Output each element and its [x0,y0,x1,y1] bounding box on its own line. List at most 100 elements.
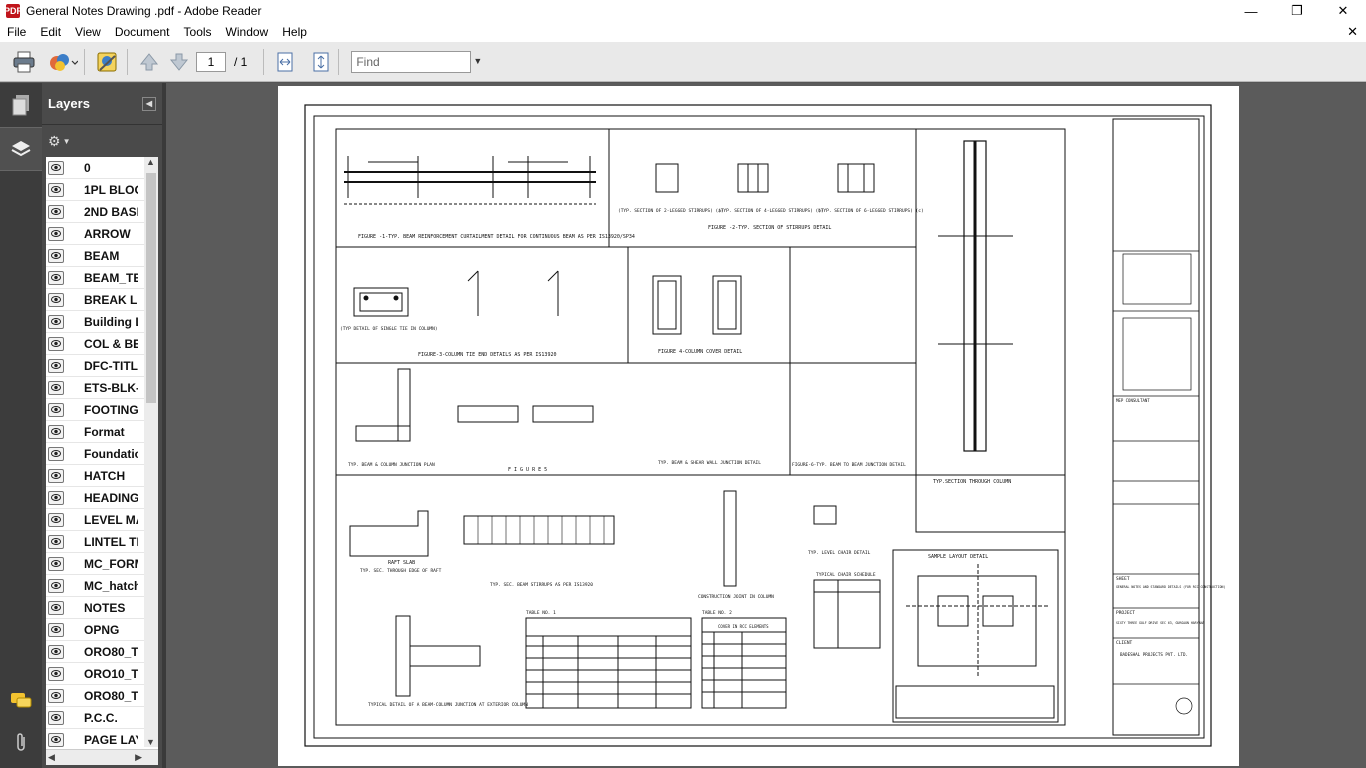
layer-row[interactable]: 0 [46,157,158,179]
sign-icon[interactable] [95,47,121,77]
layer-name: BEAM_TEXT [84,270,138,285]
layer-row[interactable]: ARROW [46,223,158,245]
layer-row[interactable]: FOOTING [46,399,158,421]
eye-icon[interactable] [48,512,64,527]
scroll-up-icon[interactable]: ▲ [146,157,155,167]
menu-view[interactable]: View [68,25,108,39]
eye-icon[interactable] [48,710,64,725]
eye-icon[interactable] [48,204,64,219]
layers-panel-button[interactable] [0,127,42,171]
layer-row[interactable]: 1PL BLOCK [46,179,158,201]
minimize-button[interactable]: — [1228,0,1274,22]
layer-row[interactable]: NOTES [46,597,158,619]
layer-name: FOOTING [84,402,138,417]
chevron-down-icon: ▼ [62,136,71,146]
layer-row[interactable]: Foundation [46,443,158,465]
prev-page-icon[interactable] [138,47,160,77]
layer-list-scrollbar[interactable]: ▲ ▼ [144,157,158,747]
menu-tools[interactable]: Tools [177,25,219,39]
layer-row[interactable]: ORO80_T [46,685,158,707]
eye-icon[interactable] [48,270,64,285]
eye-icon[interactable] [48,666,64,681]
layer-row[interactable]: BEAM [46,245,158,267]
layer-name: P.C.C. [84,710,118,725]
layer-row[interactable]: Building L [46,311,158,333]
close-button[interactable]: ✕ [1320,0,1366,22]
layer-list-hscrollbar[interactable]: ◀ ▶ [46,749,158,765]
fit-page-icon[interactable] [310,47,332,77]
eye-icon[interactable] [48,446,64,461]
eye-icon[interactable] [48,424,64,439]
menu-help[interactable]: Help [275,25,314,39]
layer-row[interactable]: Format [46,421,158,443]
eye-icon[interactable] [48,534,64,549]
attachments-panel-button[interactable] [0,721,42,765]
layer-row[interactable]: ORO10_T [46,663,158,685]
layer-row[interactable]: LEVEL MA [46,509,158,531]
layer-row[interactable]: OPNG [46,619,158,641]
find-input[interactable]: Find ▼ [351,50,482,73]
layer-row[interactable]: PAGE LAYOUT [46,729,158,751]
eye-icon[interactable] [48,182,64,197]
pages-panel-button[interactable] [0,83,42,127]
raft-slab-caption: RAFT SLAB [388,560,415,566]
eye-icon[interactable] [48,358,64,373]
eye-icon[interactable] [48,600,64,615]
scrollbar-thumb[interactable] [146,173,156,403]
eye-icon[interactable] [48,380,64,395]
eye-icon[interactable] [48,644,64,659]
layer-row[interactable]: HEADING [46,487,158,509]
eye-icon[interactable] [48,160,64,175]
layer-row[interactable]: LINTEL TE [46,531,158,553]
fig4-caption: FIGURE 4-COLUMN COVER DETAIL [658,349,742,355]
eye-icon[interactable] [48,578,64,593]
layer-row[interactable]: BREAK LINE [46,289,158,311]
eye-icon[interactable] [48,402,64,417]
layer-row[interactable]: 2ND BASE [46,201,158,223]
eye-icon[interactable] [48,336,64,351]
page-number-input[interactable]: 1 [196,51,226,72]
layers-options-button[interactable]: ⚙ ▼ [42,125,162,157]
sheet-label: SHEET [1116,576,1130,582]
layer-row[interactable]: MC_FORM [46,553,158,575]
scroll-left-icon[interactable]: ◀ [48,752,55,763]
next-page-icon[interactable] [168,47,190,77]
paperclip-icon [17,733,25,751]
layer-row[interactable]: HATCH [46,465,158,487]
eye-icon[interactable] [48,314,64,329]
share-icon[interactable] [48,47,78,77]
fit-width-icon[interactable] [274,47,296,77]
layer-row[interactable]: MC_hatch [46,575,158,597]
eye-icon[interactable] [48,490,64,505]
menu-window[interactable]: Window [219,25,276,39]
eye-icon[interactable] [48,556,64,571]
find-options-chevron-icon[interactable]: ▼ [473,56,482,66]
menu-edit[interactable]: Edit [33,25,68,39]
eye-icon[interactable] [48,248,64,263]
eye-icon[interactable] [48,688,64,703]
eye-icon[interactable] [48,226,64,241]
eye-icon[interactable] [48,622,64,637]
layer-name: BEAM [84,248,120,263]
layer-name: ARROW [84,226,131,241]
layer-row[interactable]: P.C.C. [46,707,158,729]
raft-edge-caption: TYP. SEC. THROUGH EDGE OF RAFT [360,568,442,574]
layer-row[interactable]: BEAM_TEXT [46,267,158,289]
menu-file[interactable]: File [0,25,33,39]
eye-icon[interactable] [48,292,64,307]
scroll-down-icon[interactable]: ▼ [146,737,155,747]
layer-row[interactable]: DFC-TITLE [46,355,158,377]
eye-icon[interactable] [48,468,64,483]
layer-row[interactable]: ETS-BLK- [46,377,158,399]
eye-icon[interactable] [48,732,64,747]
collapse-panel-icon[interactable]: ◀ [142,96,156,111]
scroll-right-icon[interactable]: ▶ [135,752,142,763]
restore-button[interactable]: ❐ [1274,0,1320,22]
close-document-button[interactable]: ✕ [1347,24,1358,40]
menu-document[interactable]: Document [108,25,177,39]
comments-panel-button[interactable] [0,679,42,723]
layer-row[interactable]: COL & BEAM [46,333,158,355]
layer-row[interactable]: ORO80_T- [46,641,158,663]
print-icon[interactable] [12,47,36,77]
layer-name: Building L [84,314,138,329]
